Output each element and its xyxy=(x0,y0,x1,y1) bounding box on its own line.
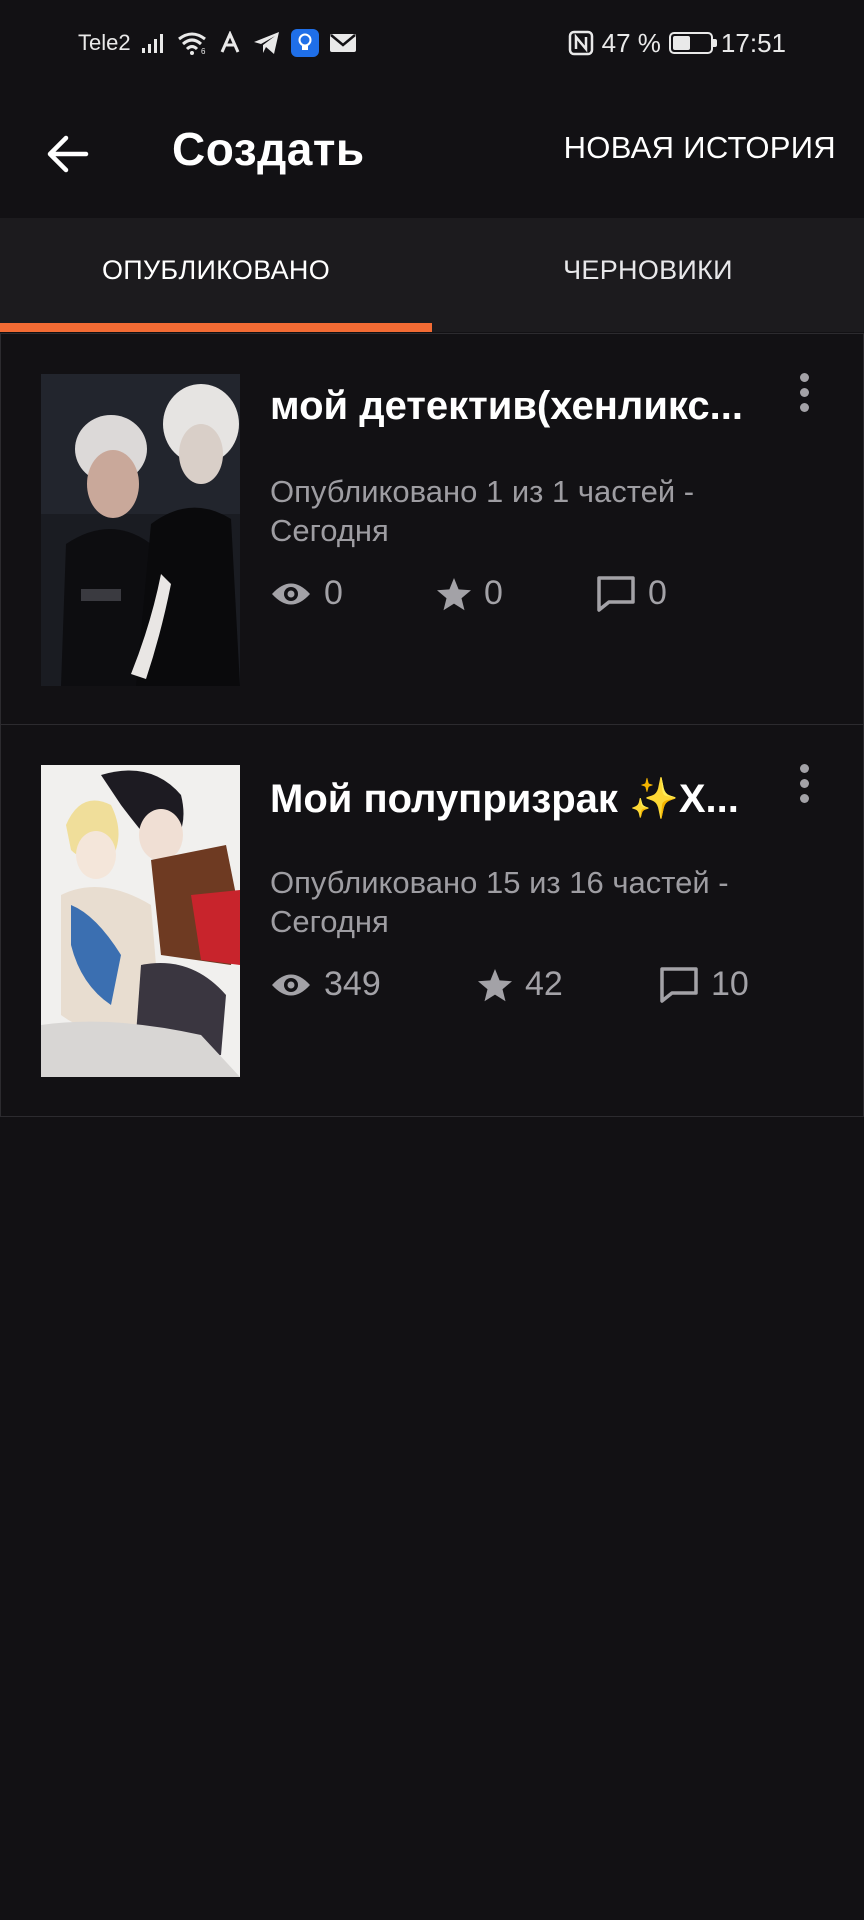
mail-icon xyxy=(329,32,357,54)
story-meta: Опубликовано 1 из 1 частей - Сегодня xyxy=(270,474,695,548)
votes-count: 42 xyxy=(525,965,563,1003)
tab-bar: ОПУБЛИКОВАНО ЧЕРНОВИКИ xyxy=(0,218,864,332)
more-options-button[interactable] xyxy=(789,368,819,416)
story-meta: Опубликовано 15 из 16 частей - Сегодня xyxy=(270,865,729,939)
status-bar: Tele2 6 47 % 17:51 xyxy=(0,0,864,86)
story-card[interactable]: Мой полупризрак ✨Х... Опубликовано 15 из… xyxy=(0,725,864,1117)
views-count: 349 xyxy=(324,965,381,1003)
carrier-label: Tele2 xyxy=(78,30,131,55)
nfc-icon xyxy=(568,30,594,56)
eye-icon xyxy=(272,583,310,604)
page-title: Создать xyxy=(172,123,365,175)
views-stat: 349 xyxy=(270,965,381,1004)
comment-icon xyxy=(660,966,698,1003)
eye-icon xyxy=(272,974,310,995)
comment-icon xyxy=(597,575,635,612)
status-right: 47 % 17:51 xyxy=(568,28,786,59)
bulb-app-icon xyxy=(290,29,319,57)
votes-stat: 0 xyxy=(436,574,503,613)
votes-stat: 42 xyxy=(477,965,563,1004)
battery-fill xyxy=(672,36,690,50)
views-count: 0 xyxy=(324,574,343,612)
wifi-icon: 6 xyxy=(177,31,209,55)
comments-count: 0 xyxy=(648,574,667,612)
signal-icon xyxy=(141,32,167,54)
battery-percent: 47 % xyxy=(601,27,661,58)
telegram-icon xyxy=(253,31,281,55)
status-left: Tele2 6 xyxy=(78,29,357,57)
star-icon xyxy=(478,968,512,1001)
comments-count: 10 xyxy=(711,965,749,1003)
votes-count: 0 xyxy=(484,574,503,612)
story-cover-image[interactable] xyxy=(41,374,240,686)
svg-text:6: 6 xyxy=(201,47,206,55)
views-stat: 0 xyxy=(270,574,343,613)
star-icon xyxy=(437,577,471,610)
story-cover-image[interactable] xyxy=(41,765,240,1077)
battery-icon xyxy=(668,32,717,54)
story-stats: 0 0 0 xyxy=(270,574,810,618)
story-card[interactable]: мой детектив(хенликс... Опубликовано 1 и… xyxy=(0,333,864,725)
new-story-button[interactable]: НОВАЯ ИСТОРИЯ xyxy=(564,130,836,166)
comments-stat: 10 xyxy=(659,965,749,1004)
more-options-button[interactable] xyxy=(789,759,819,807)
comments-stat: 0 xyxy=(596,574,667,613)
story-stats: 349 42 10 xyxy=(270,965,810,1009)
back-button[interactable] xyxy=(40,126,96,182)
more-vert-icon xyxy=(799,372,809,382)
story-title[interactable]: Мой полупризрак ✨Х... xyxy=(270,775,770,822)
app-bar: Создать НОВАЯ ИСТОРИЯ xyxy=(0,86,864,218)
story-title[interactable]: мой детектив(хенликс... xyxy=(270,384,770,429)
arrow-left-icon xyxy=(47,135,89,173)
active-tab-indicator xyxy=(0,323,432,332)
clock: 17:51 xyxy=(720,27,786,58)
more-vert-icon xyxy=(799,763,809,773)
story-list: мой детектив(хенликс... Опубликовано 1 и… xyxy=(0,333,864,1117)
font-app-icon xyxy=(219,31,243,55)
tab-drafts[interactable]: ЧЕРНОВИКИ xyxy=(432,218,864,332)
tab-published[interactable]: ОПУБЛИКОВАНО xyxy=(0,218,432,332)
